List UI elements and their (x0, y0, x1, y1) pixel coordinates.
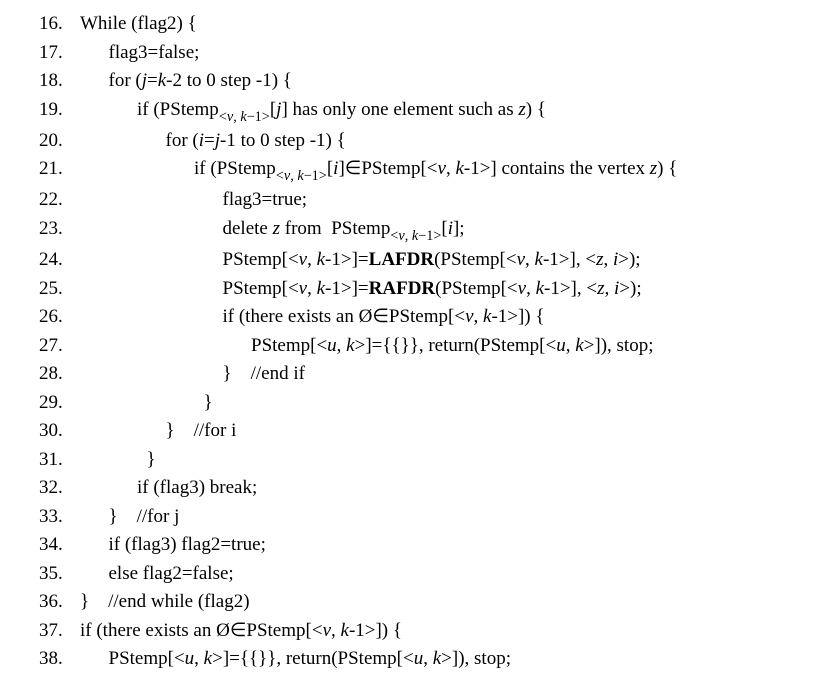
code-line: 18. for (j=k-2 to 0 step -1) { (20, 67, 804, 96)
code-line: 27. PStemp[<u, k>]={{}}, return(PStemp[<… (20, 332, 804, 361)
code-content: } //for j (80, 503, 179, 532)
line-number: 33 (20, 503, 58, 532)
code-line: 25. PStemp[<v, k-1>]=RAFDR(PStemp[<v, k-… (20, 275, 804, 304)
code-content: PStemp[<v, k-1>]=LAFDR(PStemp[<v, k-1>],… (80, 246, 641, 275)
code-line: 24. PStemp[<v, k-1>]=LAFDR(PStemp[<v, k-… (20, 246, 804, 275)
line-number: 23 (20, 215, 58, 246)
code-line: 37.if (there exists an Ø∈PStemp[<v, k-1>… (20, 617, 804, 646)
line-number-dot: . (58, 360, 80, 389)
code-content: else flag2=false; (80, 560, 234, 589)
code-line: 17. flag3=false; (20, 39, 804, 68)
line-number-dot: . (58, 127, 80, 156)
line-number: 17 (20, 39, 58, 68)
line-number-dot: . (58, 474, 80, 503)
line-number: 31 (20, 446, 58, 475)
line-number-dot: . (58, 275, 80, 304)
line-number: 29 (20, 389, 58, 418)
line-number-dot: . (58, 645, 80, 674)
code-line: 38. PStemp[<u, k>]={{}}, return(PStemp[<… (20, 645, 804, 674)
code-line: 22. flag3=true; (20, 186, 804, 215)
line-number: 32 (20, 474, 58, 503)
line-number-dot: . (58, 155, 80, 186)
line-number: 30 (20, 417, 58, 446)
code-content: } //for i (80, 417, 236, 446)
code-content: } //end if (80, 360, 305, 389)
line-number-dot: . (58, 446, 80, 475)
line-number-dot: . (58, 39, 80, 68)
line-number: 16 (20, 10, 58, 39)
code-content: } //end while (flag2) (80, 588, 250, 617)
line-number: 21 (20, 155, 58, 186)
code-line: 23. delete z from PStemp<v, k−1>[i]; (20, 215, 804, 246)
code-content: PStemp[<u, k>]={{}}, return(PStemp[<u, k… (80, 332, 653, 361)
pseudocode-listing: 16.While (flag2) {17. flag3=false;18. fo… (20, 10, 804, 674)
line-number-dot: . (58, 10, 80, 39)
code-line: 28. } //end if (20, 360, 804, 389)
line-number: 35 (20, 560, 58, 589)
code-content: } (80, 446, 156, 475)
line-number-dot: . (58, 67, 80, 96)
line-number: 27 (20, 332, 58, 361)
line-number: 20 (20, 127, 58, 156)
code-line: 34. if (flag3) flag2=true; (20, 531, 804, 560)
code-content: if (PStemp<v, k−1>[i]∈PStemp[<v, k-1>] c… (80, 155, 677, 186)
line-number: 18 (20, 67, 58, 96)
code-line: 31. } (20, 446, 804, 475)
code-content: While (flag2) { (80, 10, 197, 39)
line-number-dot: . (58, 96, 80, 127)
code-content: if (there exists an Ø∈PStemp[<v, k-1>]) … (80, 303, 545, 332)
code-line: 30. } //for i (20, 417, 804, 446)
code-line: 29. } (20, 389, 804, 418)
line-number-dot: . (58, 332, 80, 361)
code-line: 16.While (flag2) { (20, 10, 804, 39)
line-number: 36 (20, 588, 58, 617)
line-number-dot: . (58, 588, 80, 617)
code-line: 26. if (there exists an Ø∈PStemp[<v, k-1… (20, 303, 804, 332)
line-number-dot: . (58, 531, 80, 560)
code-content: PStemp[<u, k>]={{}}, return(PStemp[<u, k… (80, 645, 511, 674)
line-number-dot: . (58, 246, 80, 275)
code-content: for (j=k-2 to 0 step -1) { (80, 67, 292, 96)
line-number: 24 (20, 246, 58, 275)
line-number-dot: . (58, 617, 80, 646)
line-number: 38 (20, 645, 58, 674)
line-number-dot: . (58, 503, 80, 532)
code-content: if (PStemp<v, k−1>[j] has only one eleme… (80, 96, 546, 127)
line-number: 37 (20, 617, 58, 646)
code-content: flag3=false; (80, 39, 199, 68)
code-line: 32. if (flag3) break; (20, 474, 804, 503)
code-line: 21. if (PStemp<v, k−1>[i]∈PStemp[<v, k-1… (20, 155, 804, 186)
code-content: if (flag3) flag2=true; (80, 531, 266, 560)
line-number-dot: . (58, 215, 80, 246)
code-line: 35. else flag2=false; (20, 560, 804, 589)
code-line: 36.} //end while (flag2) (20, 588, 804, 617)
code-content: } (80, 389, 213, 418)
code-line: 20. for (i=j-1 to 0 step -1) { (20, 127, 804, 156)
line-number-dot: . (58, 303, 80, 332)
line-number: 28 (20, 360, 58, 389)
line-number-dot: . (58, 186, 80, 215)
code-content: for (i=j-1 to 0 step -1) { (80, 127, 346, 156)
code-content: PStemp[<v, k-1>]=RAFDR(PStemp[<v, k-1>],… (80, 275, 642, 304)
line-number-dot: . (58, 560, 80, 589)
line-number: 19 (20, 96, 58, 127)
code-line: 33. } //for j (20, 503, 804, 532)
line-number: 22 (20, 186, 58, 215)
line-number-dot: . (58, 389, 80, 418)
line-number: 34 (20, 531, 58, 560)
code-content: flag3=true; (80, 186, 307, 215)
line-number-dot: . (58, 417, 80, 446)
code-content: delete z from PStemp<v, k−1>[i]; (80, 215, 465, 246)
code-content: if (there exists an Ø∈PStemp[<v, k-1>]) … (80, 617, 402, 646)
line-number: 26 (20, 303, 58, 332)
code-content: if (flag3) break; (80, 474, 257, 503)
code-line: 19. if (PStemp<v, k−1>[j] has only one e… (20, 96, 804, 127)
line-number: 25 (20, 275, 58, 304)
